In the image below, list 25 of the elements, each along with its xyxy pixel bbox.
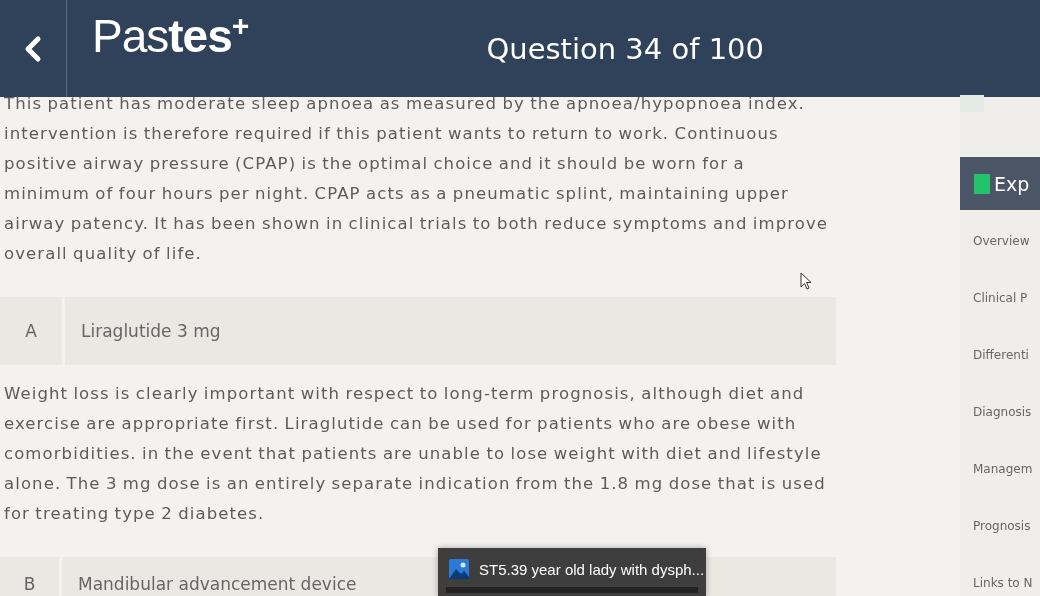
question-counter: Question 34 of 100 [486,31,764,66]
option-letter: B [0,557,62,596]
back-icon [23,34,43,63]
sidebar-item[interactable]: Prognosis [960,519,1040,576]
option-text: Mandibular advancement device [77,574,357,596]
sidebar-item[interactable]: Links to N [960,576,1040,596]
answer-option[interactable]: A Liraglutide 3 mg [0,297,836,365]
sidebar-header[interactable]: Exp [960,157,1040,210]
sidebar-item[interactable]: Differenti [960,348,1040,405]
sidebar-item[interactable]: Overview [960,234,1040,291]
sidebar-item[interactable]: Diagnosis [960,405,1040,462]
square-icon [974,173,990,194]
option-letter: A [0,297,65,365]
sidebar-item[interactable]: Managem [960,462,1040,519]
preview-title: ST5.39 year old lady with dysph... [479,560,705,578]
square-icon [960,95,984,112]
window-preview-tooltip[interactable]: ST5.39 year old lady with dysph... [438,548,706,596]
explanation-text: Weight loss is clearly important with respect to long-term prognosis, although diet and exercise are appropriate first. Liraglutide can be used for patients who are obese with comorbidities. in the event that patients are unable to lose weight with diet and lifestyle alone. The 3 mg dose is an entirely separate indication from the 1.8 mg dose that is used for treating type 2 diabetes. [3,383,827,525]
logo: Pastes$^{+}$ [92,9,249,64]
explanation-text: This patient has moderate sleep apnoea as measured by the apnoea/hypopnoea index. intervention is therefore required if this patient wants to return to work. Continuous positive airway pressure (CPAP) is the optimal choice and it should be worn for a minimum of four hours per night. CPAP acts as a pneumatic splint, maintaining upper airway patency. It has been shown in clinical trials to both reduce symptoms and improve overall quality of life. [3,93,830,265]
sidebar-item[interactable]: Clinical P [960,291,1040,348]
option-text: Liraglutide 3 mg [80,321,221,341]
image-icon [449,559,469,579]
sidebar-header-text: Exp [994,172,1030,195]
cursor-icon [800,272,812,290]
